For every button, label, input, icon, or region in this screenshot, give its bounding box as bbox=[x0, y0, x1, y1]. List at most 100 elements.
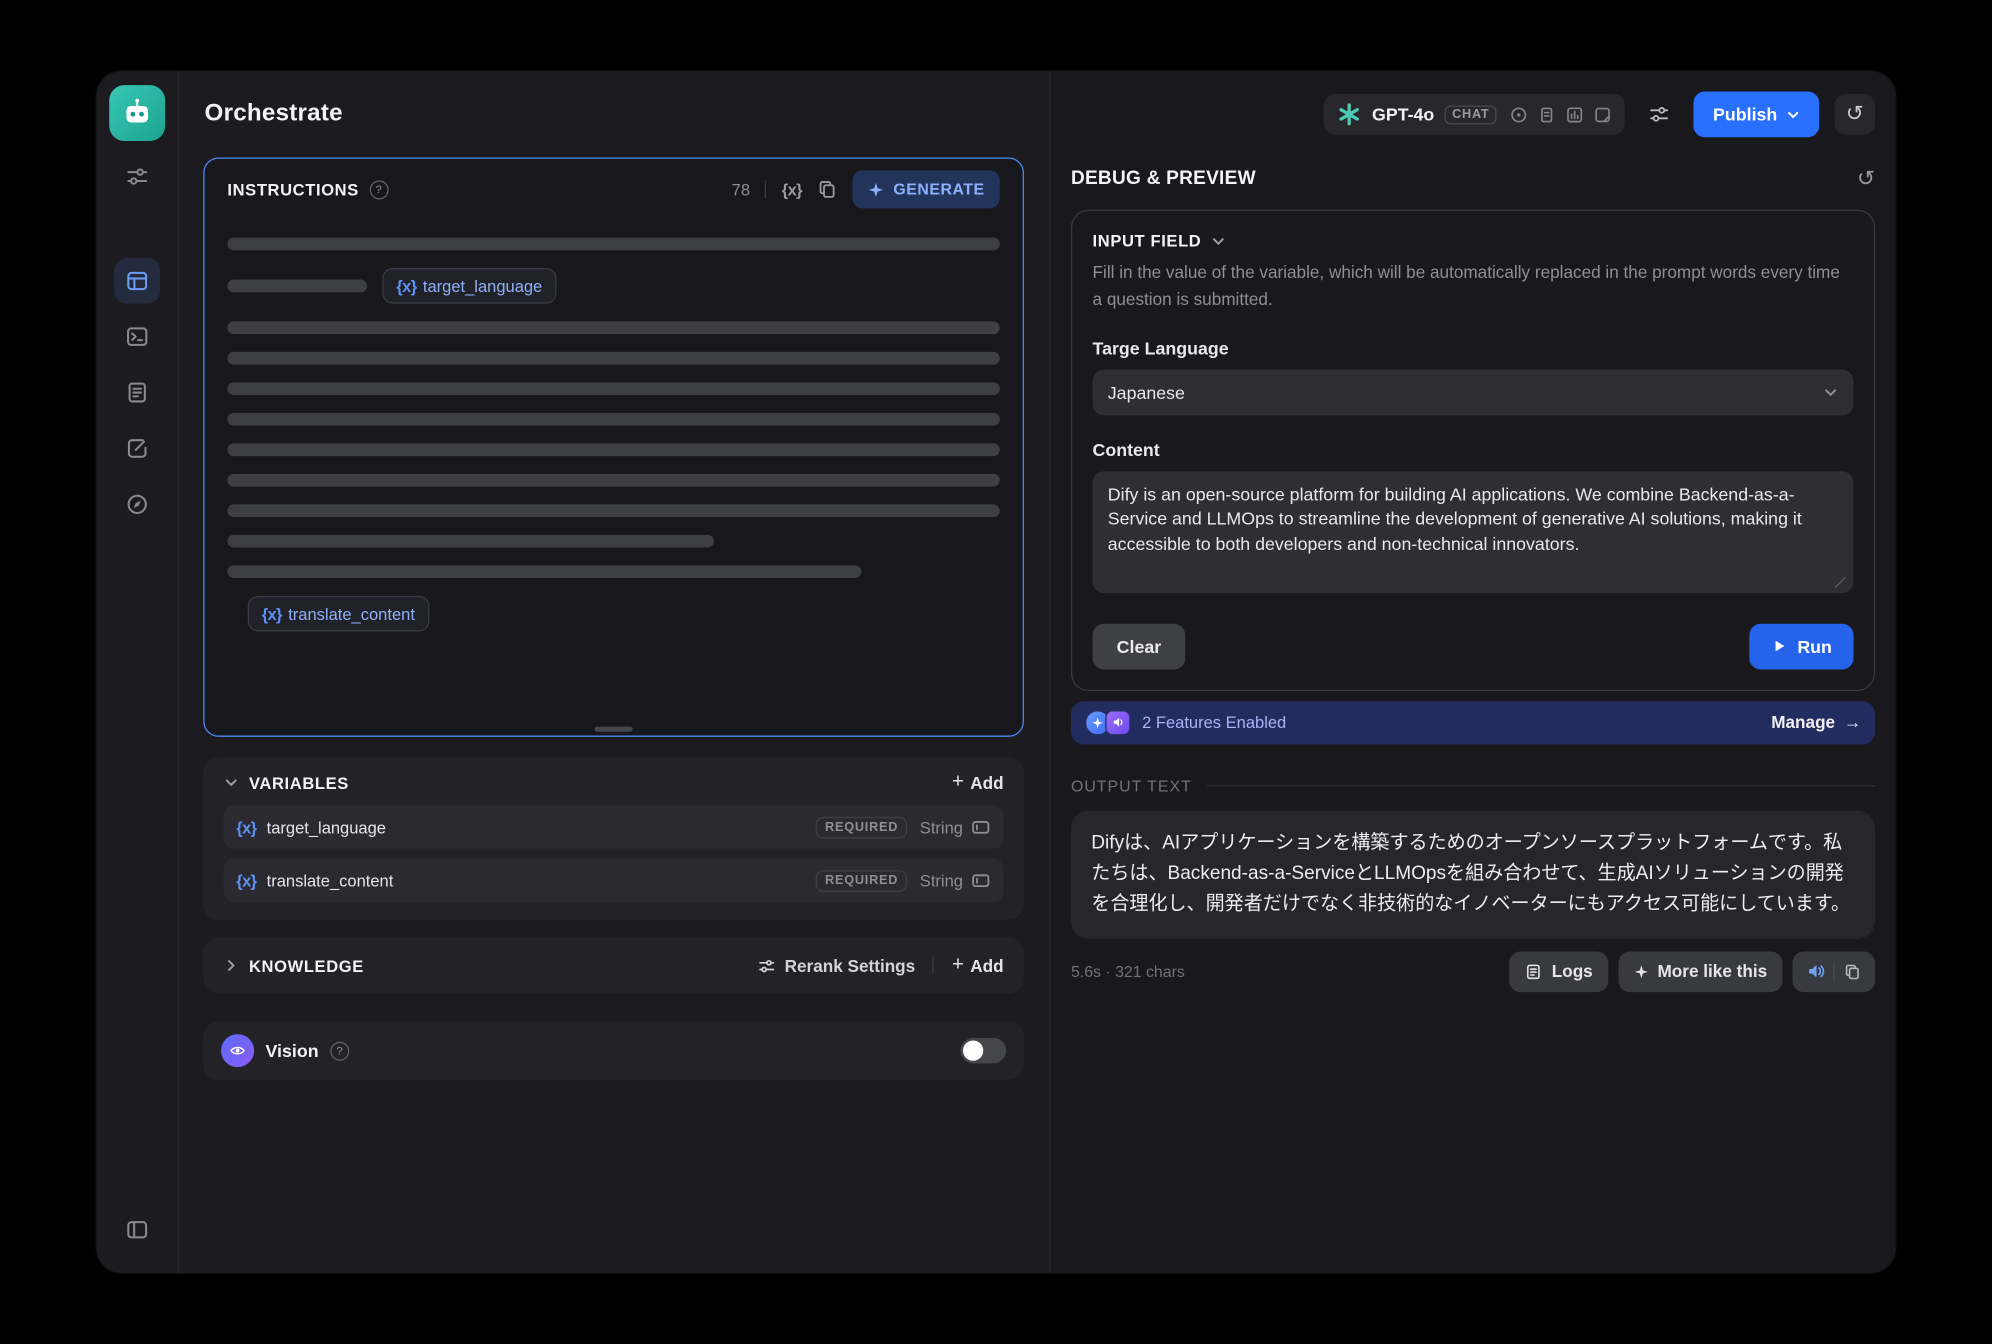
skeleton-line bbox=[227, 504, 999, 517]
input-field-description: Fill in the value of the variable, which… bbox=[1093, 260, 1854, 313]
help-icon[interactable]: ? bbox=[330, 1041, 349, 1060]
rerank-label: Rerank Settings bbox=[785, 956, 916, 975]
sidebar bbox=[97, 71, 180, 1273]
restart-button[interactable]: ↺ bbox=[1857, 168, 1875, 190]
target-language-select[interactable]: Japanese bbox=[1093, 369, 1854, 415]
manage-label: Manage bbox=[1771, 713, 1835, 732]
chevron-down-icon bbox=[1786, 107, 1800, 121]
file-icon[interactable] bbox=[1538, 105, 1557, 124]
history-icon: ↺ bbox=[1846, 102, 1864, 127]
skeleton-line bbox=[227, 535, 714, 548]
robot-icon bbox=[121, 97, 154, 130]
speaker-icon bbox=[1806, 962, 1825, 981]
sliders-icon bbox=[124, 164, 149, 189]
page-title: Orchestrate bbox=[205, 100, 343, 128]
manage-features-button[interactable]: Manage → bbox=[1771, 713, 1861, 732]
run-button[interactable]: Run bbox=[1749, 624, 1853, 670]
chevron-right-icon[interactable] bbox=[224, 958, 239, 973]
add-label: Add bbox=[970, 956, 1003, 975]
variable-row-translate-content[interactable]: {x} translate_content REQUIRED String bbox=[224, 859, 1004, 902]
variable-chip-target-language[interactable]: {x} target_language bbox=[382, 268, 556, 304]
refresh-icon: ↺ bbox=[1857, 166, 1875, 190]
variable-chip-translate-content[interactable]: {x} translate_content bbox=[248, 596, 429, 632]
orchestrate-panel: Orchestrate INSTRUCTIONS ? 78 {x} bbox=[179, 71, 1050, 1273]
model-name: GPT-4o bbox=[1372, 104, 1434, 124]
model-parameters-button[interactable] bbox=[1641, 95, 1679, 133]
sidebar-item-settings[interactable] bbox=[114, 154, 160, 200]
output-label: OUTPUT TEXT bbox=[1071, 777, 1192, 795]
terminal-icon bbox=[124, 324, 149, 349]
equalizer-icon[interactable] bbox=[1566, 105, 1585, 124]
sliders-icon bbox=[1648, 103, 1671, 126]
publish-button[interactable]: Publish bbox=[1694, 91, 1819, 137]
help-icon[interactable]: ? bbox=[369, 180, 388, 199]
clipboard-icon bbox=[1843, 963, 1861, 981]
generate-button[interactable]: GENERATE bbox=[853, 170, 1000, 208]
output-actions-group bbox=[1793, 951, 1876, 992]
skeleton-line bbox=[227, 382, 999, 395]
add-knowledge-button[interactable]: + Add bbox=[952, 955, 1004, 975]
sidebar-collapse-button[interactable] bbox=[114, 1207, 160, 1253]
sidebar-item-annotation[interactable] bbox=[114, 426, 160, 472]
resize-handle[interactable] bbox=[595, 727, 633, 732]
skeleton-line bbox=[227, 413, 999, 426]
sidebar-nav bbox=[114, 258, 160, 527]
divider bbox=[1207, 786, 1875, 787]
generate-label: GENERATE bbox=[893, 180, 984, 198]
app-logo[interactable] bbox=[109, 85, 165, 141]
output-section-header: OUTPUT TEXT bbox=[1071, 777, 1875, 795]
sidebar-item-monitoring[interactable] bbox=[114, 481, 160, 527]
output-stats: 5.6s · 321 chars bbox=[1071, 963, 1185, 981]
debug-panel: GPT-4o CHAT bbox=[1051, 71, 1896, 1273]
skeleton-line bbox=[227, 321, 999, 334]
instructions-title: INSTRUCTIONS bbox=[227, 180, 358, 199]
add-variable-button[interactable]: + Add bbox=[952, 772, 1004, 792]
skeleton-line bbox=[227, 352, 999, 365]
sidebar-item-orchestrate[interactable] bbox=[114, 258, 160, 304]
model-mode-badge: CHAT bbox=[1444, 105, 1497, 124]
features-enabled-text: 2 Features Enabled bbox=[1142, 713, 1286, 732]
copy-output-button[interactable] bbox=[1834, 954, 1870, 990]
extension-icon[interactable] bbox=[1594, 105, 1613, 124]
sparkle-icon bbox=[1633, 964, 1648, 979]
history-button[interactable]: ↺ bbox=[1834, 94, 1875, 135]
document-icon bbox=[124, 380, 149, 405]
more-like-this-button[interactable]: More like this bbox=[1618, 951, 1782, 992]
rerank-settings-button[interactable]: Rerank Settings bbox=[757, 956, 916, 975]
chevron-down-icon bbox=[1823, 385, 1838, 400]
sidebar-item-logs[interactable] bbox=[114, 370, 160, 416]
instructions-header: INSTRUCTIONS ? 78 {x} bbox=[227, 159, 999, 220]
input-field-header[interactable]: INPUT FIELD bbox=[1093, 231, 1854, 250]
variables-title: VARIABLES bbox=[249, 773, 349, 792]
chevron-down-icon[interactable] bbox=[224, 775, 239, 790]
instructions-panel[interactable]: INSTRUCTIONS ? 78 {x} bbox=[203, 158, 1024, 737]
copy-prompt-button[interactable] bbox=[817, 179, 837, 199]
app-window: Orchestrate INSTRUCTIONS ? 78 {x} bbox=[97, 71, 1896, 1273]
collapse-panel-icon bbox=[124, 1217, 149, 1242]
text-to-speech-icon bbox=[1105, 710, 1130, 735]
logs-button[interactable]: Logs bbox=[1510, 951, 1608, 992]
variable-row-target-language[interactable]: {x} target_language REQUIRED String bbox=[224, 805, 1004, 848]
temperature-icon[interactable] bbox=[1510, 105, 1529, 124]
read-aloud-button[interactable] bbox=[1798, 954, 1834, 990]
clear-button[interactable]: Clear bbox=[1093, 624, 1186, 670]
variables-section: VARIABLES + Add {x} target_language REQU… bbox=[203, 757, 1024, 920]
sidebar-item-terminal[interactable] bbox=[114, 314, 160, 360]
run-label: Run bbox=[1797, 636, 1832, 656]
features-banner: 2 Features Enabled Manage → bbox=[1071, 701, 1875, 744]
knowledge-section: KNOWLEDGE Rerank Settings + bbox=[203, 938, 1024, 994]
arrow-right-icon: → bbox=[1844, 713, 1861, 732]
insert-variable-button[interactable]: {x} bbox=[782, 180, 802, 199]
top-toolbar: GPT-4o CHAT bbox=[1051, 71, 1896, 157]
vision-toggle[interactable] bbox=[960, 1038, 1006, 1063]
vision-section: Vision ? bbox=[203, 1021, 1024, 1079]
logs-label: Logs bbox=[1552, 962, 1593, 981]
logs-icon bbox=[1525, 963, 1543, 981]
input-field-icon[interactable] bbox=[971, 870, 991, 890]
input-field-icon[interactable] bbox=[971, 817, 991, 837]
content-textarea[interactable]: Dify is an open-source platform for buil… bbox=[1093, 471, 1854, 593]
model-selector[interactable]: GPT-4o CHAT bbox=[1324, 94, 1626, 135]
input-field-card: INPUT FIELD Fill in the value of the var… bbox=[1071, 210, 1875, 691]
compass-icon bbox=[124, 492, 149, 517]
skeleton-line bbox=[227, 238, 999, 251]
